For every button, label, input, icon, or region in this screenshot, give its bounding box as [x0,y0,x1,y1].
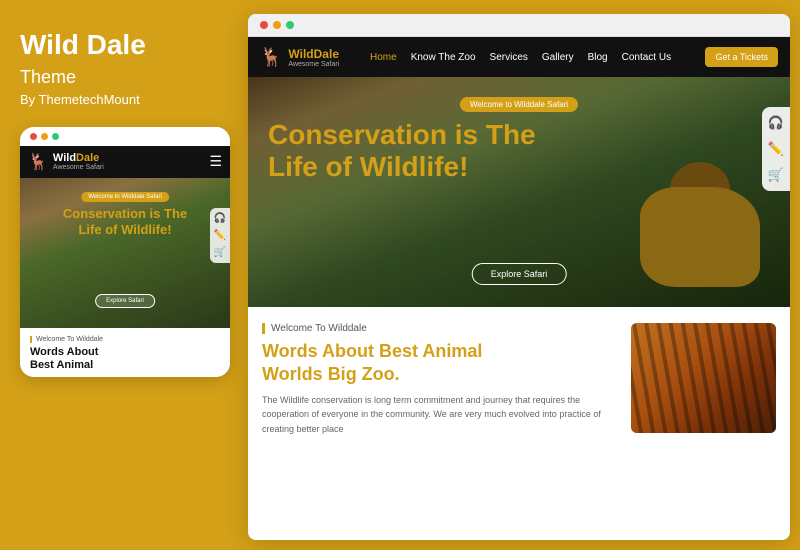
desktop-nav: 🦌 WildDale Awesome Safari Home Know The … [248,37,790,77]
green-dot [286,21,294,29]
content-description: The Wildlife conservation is long term c… [262,393,617,436]
nav-services[interactable]: Services [490,52,528,63]
tiger-bg [631,323,776,433]
theme-title: Wild Dale [20,30,220,61]
cart-icon[interactable]: 🛒 [214,247,226,258]
content-title: Words About Best Animal Worlds Big Zoo. [262,340,617,385]
desktop-hero-title: Conservation is The Life of Wildlife! [268,119,630,183]
headphone-icon[interactable]: 🎧 [214,213,226,224]
desktop-welcome-badge: Welcome to Wilddale Safari [460,97,578,112]
theme-author: By ThemetechMount [20,92,220,107]
logo-deer-icon: 🦌 [260,47,282,68]
lion-body [640,187,760,287]
mobile-hero: Welcome to Wilddale Safari Conservation … [20,178,230,328]
mobile-logo: 🦌 WildDale Awesome Safari [28,152,104,172]
desktop-logo-sub: Awesome Safari [288,61,339,68]
mobile-logo-text: WildDale [53,152,104,164]
deer-icon: 🦌 [28,152,48,172]
nav-home[interactable]: Home [370,52,397,63]
desktop-hero: Welcome to Wilddale Safari Conservation … [248,77,790,307]
mobile-explore-button[interactable]: Explore Safari [95,294,155,308]
tiger-image [631,323,776,433]
mobile-titlebar [20,127,230,146]
desktop-logo-name: WildDale [288,47,339,61]
desktop-nav-links: Home Know The Zoo Services Gallery Blog … [370,52,705,63]
nav-gallery[interactable]: Gallery [542,52,574,63]
browser-mockup: 🦌 WildDale Awesome Safari Home Know The … [248,14,790,540]
mobile-welcome-label: Welcome To Wilddale [30,336,220,343]
mobile-mockup: 🦌 WildDale Awesome Safari ☰ Welcome to W… [20,127,230,377]
mobile-logo-sub: Awesome Safari [53,164,104,171]
ticket-button[interactable]: Get a Tickets [705,47,778,67]
mobile-hero-title: Conservation is The Life of Wildlife! [30,206,220,239]
theme-subtitle: Theme [20,67,220,88]
content-section: Welcome To Wilddale Words About Best Ani… [248,307,790,452]
mobile-bottom-title: Words About Best Animal [30,346,220,372]
content-left: Welcome To Wilddale Words About Best Ani… [262,323,617,436]
explore-safari-button[interactable]: Explore Safari [472,263,567,285]
browser-titlebar [248,14,790,37]
hamburger-icon[interactable]: ☰ [209,153,222,170]
mobile-bottom: Welcome To Wilddale Words About Best Ani… [20,328,230,377]
mobile-sidebar-icons: 🎧 ✏️ 🛒 [210,208,230,263]
left-panel: Wild Dale Theme By ThemetechMount 🦌 Wild… [0,0,240,550]
nav-know-zoo[interactable]: Know The Zoo [411,52,476,63]
desktop-logo: 🦌 WildDale Awesome Safari [260,47,350,68]
mobile-nav: 🦌 WildDale Awesome Safari ☰ [20,146,230,178]
desktop-hero-sidebar: 🎧 ✏️ 🛒 [762,107,790,191]
yellow-dot [273,21,281,29]
hero-headphone-icon[interactable]: 🎧 [768,115,784,131]
mobile-welcome-badge: Welcome to Wilddale Safari [81,192,169,202]
red-dot [260,21,268,29]
nav-blog[interactable]: Blog [588,52,608,63]
edit-icon[interactable]: ✏️ [214,230,226,241]
welcome-label: Welcome To Wilddale [262,323,617,334]
hero-cart-icon[interactable]: 🛒 [768,167,784,183]
nav-contact[interactable]: Contact Us [622,52,671,63]
hero-edit-icon[interactable]: ✏️ [768,141,784,157]
